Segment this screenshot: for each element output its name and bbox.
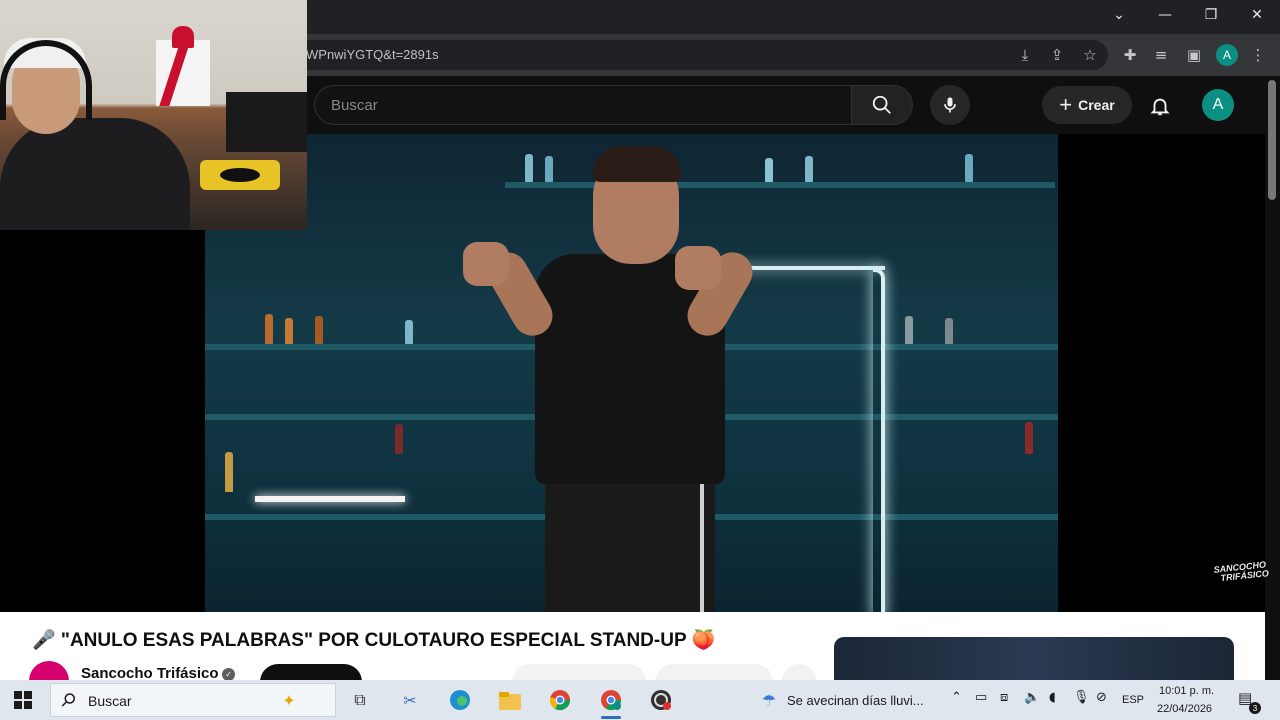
- account-avatar[interactable]: A: [1202, 89, 1234, 121]
- edge-icon[interactable]: [446, 686, 474, 714]
- close-icon[interactable]: ✕: [1234, 0, 1280, 30]
- search-button[interactable]: [851, 85, 913, 125]
- bottle: [805, 156, 813, 182]
- media-control-icon[interactable]: ≡: [1150, 44, 1172, 66]
- browser-profile-avatar[interactable]: A: [1216, 44, 1238, 66]
- create-button[interactable]: + Crear: [1042, 86, 1132, 124]
- batman-pillow: [200, 160, 280, 190]
- clock-date[interactable]: 22/04/2026: [1157, 703, 1212, 715]
- tab-search-icon[interactable]: ⌄: [1096, 0, 1142, 30]
- scrollbar-thumb[interactable]: [1268, 80, 1276, 200]
- restore-icon[interactable]: ❐: [1188, 0, 1234, 30]
- chrome-profile-icon[interactable]: [597, 686, 625, 714]
- browser-menu-icon[interactable]: ⋮: [1247, 44, 1269, 66]
- no-wifi-icon[interactable]: ⊘: [1096, 690, 1107, 705]
- taskbar-search-label: Buscar: [88, 693, 132, 709]
- microphone-icon: [944, 97, 956, 113]
- bottle: [525, 154, 533, 182]
- neon-light: [873, 268, 885, 612]
- comedian-fist: [463, 242, 509, 286]
- jersey-hat: [172, 26, 194, 48]
- notification-count-badge: 3: [1249, 702, 1261, 714]
- comedian-legs: [545, 464, 715, 612]
- search-input[interactable]: [314, 85, 851, 125]
- room-shelf: [226, 92, 307, 152]
- battery-icon[interactable]: ▭: [975, 690, 987, 705]
- chrome-icon[interactable]: [546, 686, 574, 714]
- streamer-body: [0, 118, 190, 230]
- clock-time[interactable]: 10:01 p. m.: [1159, 685, 1214, 697]
- search-placeholder: Buscar: [331, 97, 378, 114]
- bottle: [965, 154, 973, 182]
- bottle: [765, 158, 773, 182]
- snipping-tool-icon[interactable]: ✂: [396, 686, 424, 714]
- notifications-button[interactable]: [1146, 92, 1174, 120]
- video-title: 🎤 "ANULO ESAS PALABRAS" POR CULOTAURO ES…: [32, 630, 716, 651]
- pants-stripe: [700, 479, 704, 612]
- search-icon: [61, 693, 75, 707]
- obs-icon[interactable]: [647, 686, 675, 714]
- weather-rain-icon[interactable]: ☂: [755, 686, 783, 714]
- plus-icon: +: [1059, 92, 1073, 117]
- bar-light: [255, 496, 405, 502]
- sparkle-icon: ✦: [282, 690, 296, 710]
- comedian-fist: [675, 246, 721, 290]
- speaker-icon[interactable]: ◖: [1049, 690, 1056, 705]
- video-frame[interactable]: [205, 134, 1058, 612]
- bottle: [905, 316, 913, 344]
- extensions-icon[interactable]: ✚: [1119, 44, 1141, 66]
- volume-icon[interactable]: 🔈: [1024, 690, 1040, 705]
- file-explorer-icon[interactable]: [496, 686, 524, 714]
- share-icon[interactable]: ⇪: [1046, 44, 1068, 66]
- bell-icon: [1150, 98, 1170, 116]
- bottle: [315, 316, 323, 344]
- install-icon[interactable]: ⤓: [1014, 44, 1036, 66]
- bookmark-star-icon[interactable]: ☆: [1079, 44, 1101, 66]
- weather-text[interactable]: Se avecinan días lluvi...: [787, 693, 924, 708]
- bottle: [395, 424, 403, 454]
- bottle: [1025, 422, 1033, 454]
- comedian-hair: [593, 146, 681, 182]
- bottle: [545, 156, 553, 182]
- bar-shelf: [505, 182, 1055, 188]
- bottle: [405, 320, 413, 344]
- search-icon: [872, 95, 891, 114]
- batman-logo-icon: [220, 168, 260, 182]
- bottle: [945, 318, 953, 344]
- network-icon[interactable]: ⧈: [1000, 690, 1008, 705]
- active-app-indicator: [601, 716, 621, 719]
- chevron-up-icon[interactable]: ⌃: [951, 690, 962, 705]
- task-view-icon[interactable]: ⧉: [346, 686, 374, 714]
- windows-start-icon[interactable]: [14, 691, 32, 709]
- bottle: [265, 314, 273, 344]
- webcam-overlay: [0, 0, 307, 230]
- language-indicator[interactable]: ESP: [1122, 694, 1144, 706]
- create-label: Crear: [1078, 97, 1115, 113]
- microphone-icon[interactable]: 🎙: [1073, 690, 1090, 705]
- url-text[interactable]: WPnwiYGTQ&t=2891s: [306, 47, 439, 62]
- bottle: [225, 452, 233, 492]
- bottle: [285, 318, 293, 344]
- voice-search-button[interactable]: [930, 85, 970, 125]
- minimize-icon[interactable]: —: [1142, 0, 1188, 30]
- side-panel-icon[interactable]: ▣: [1183, 44, 1205, 66]
